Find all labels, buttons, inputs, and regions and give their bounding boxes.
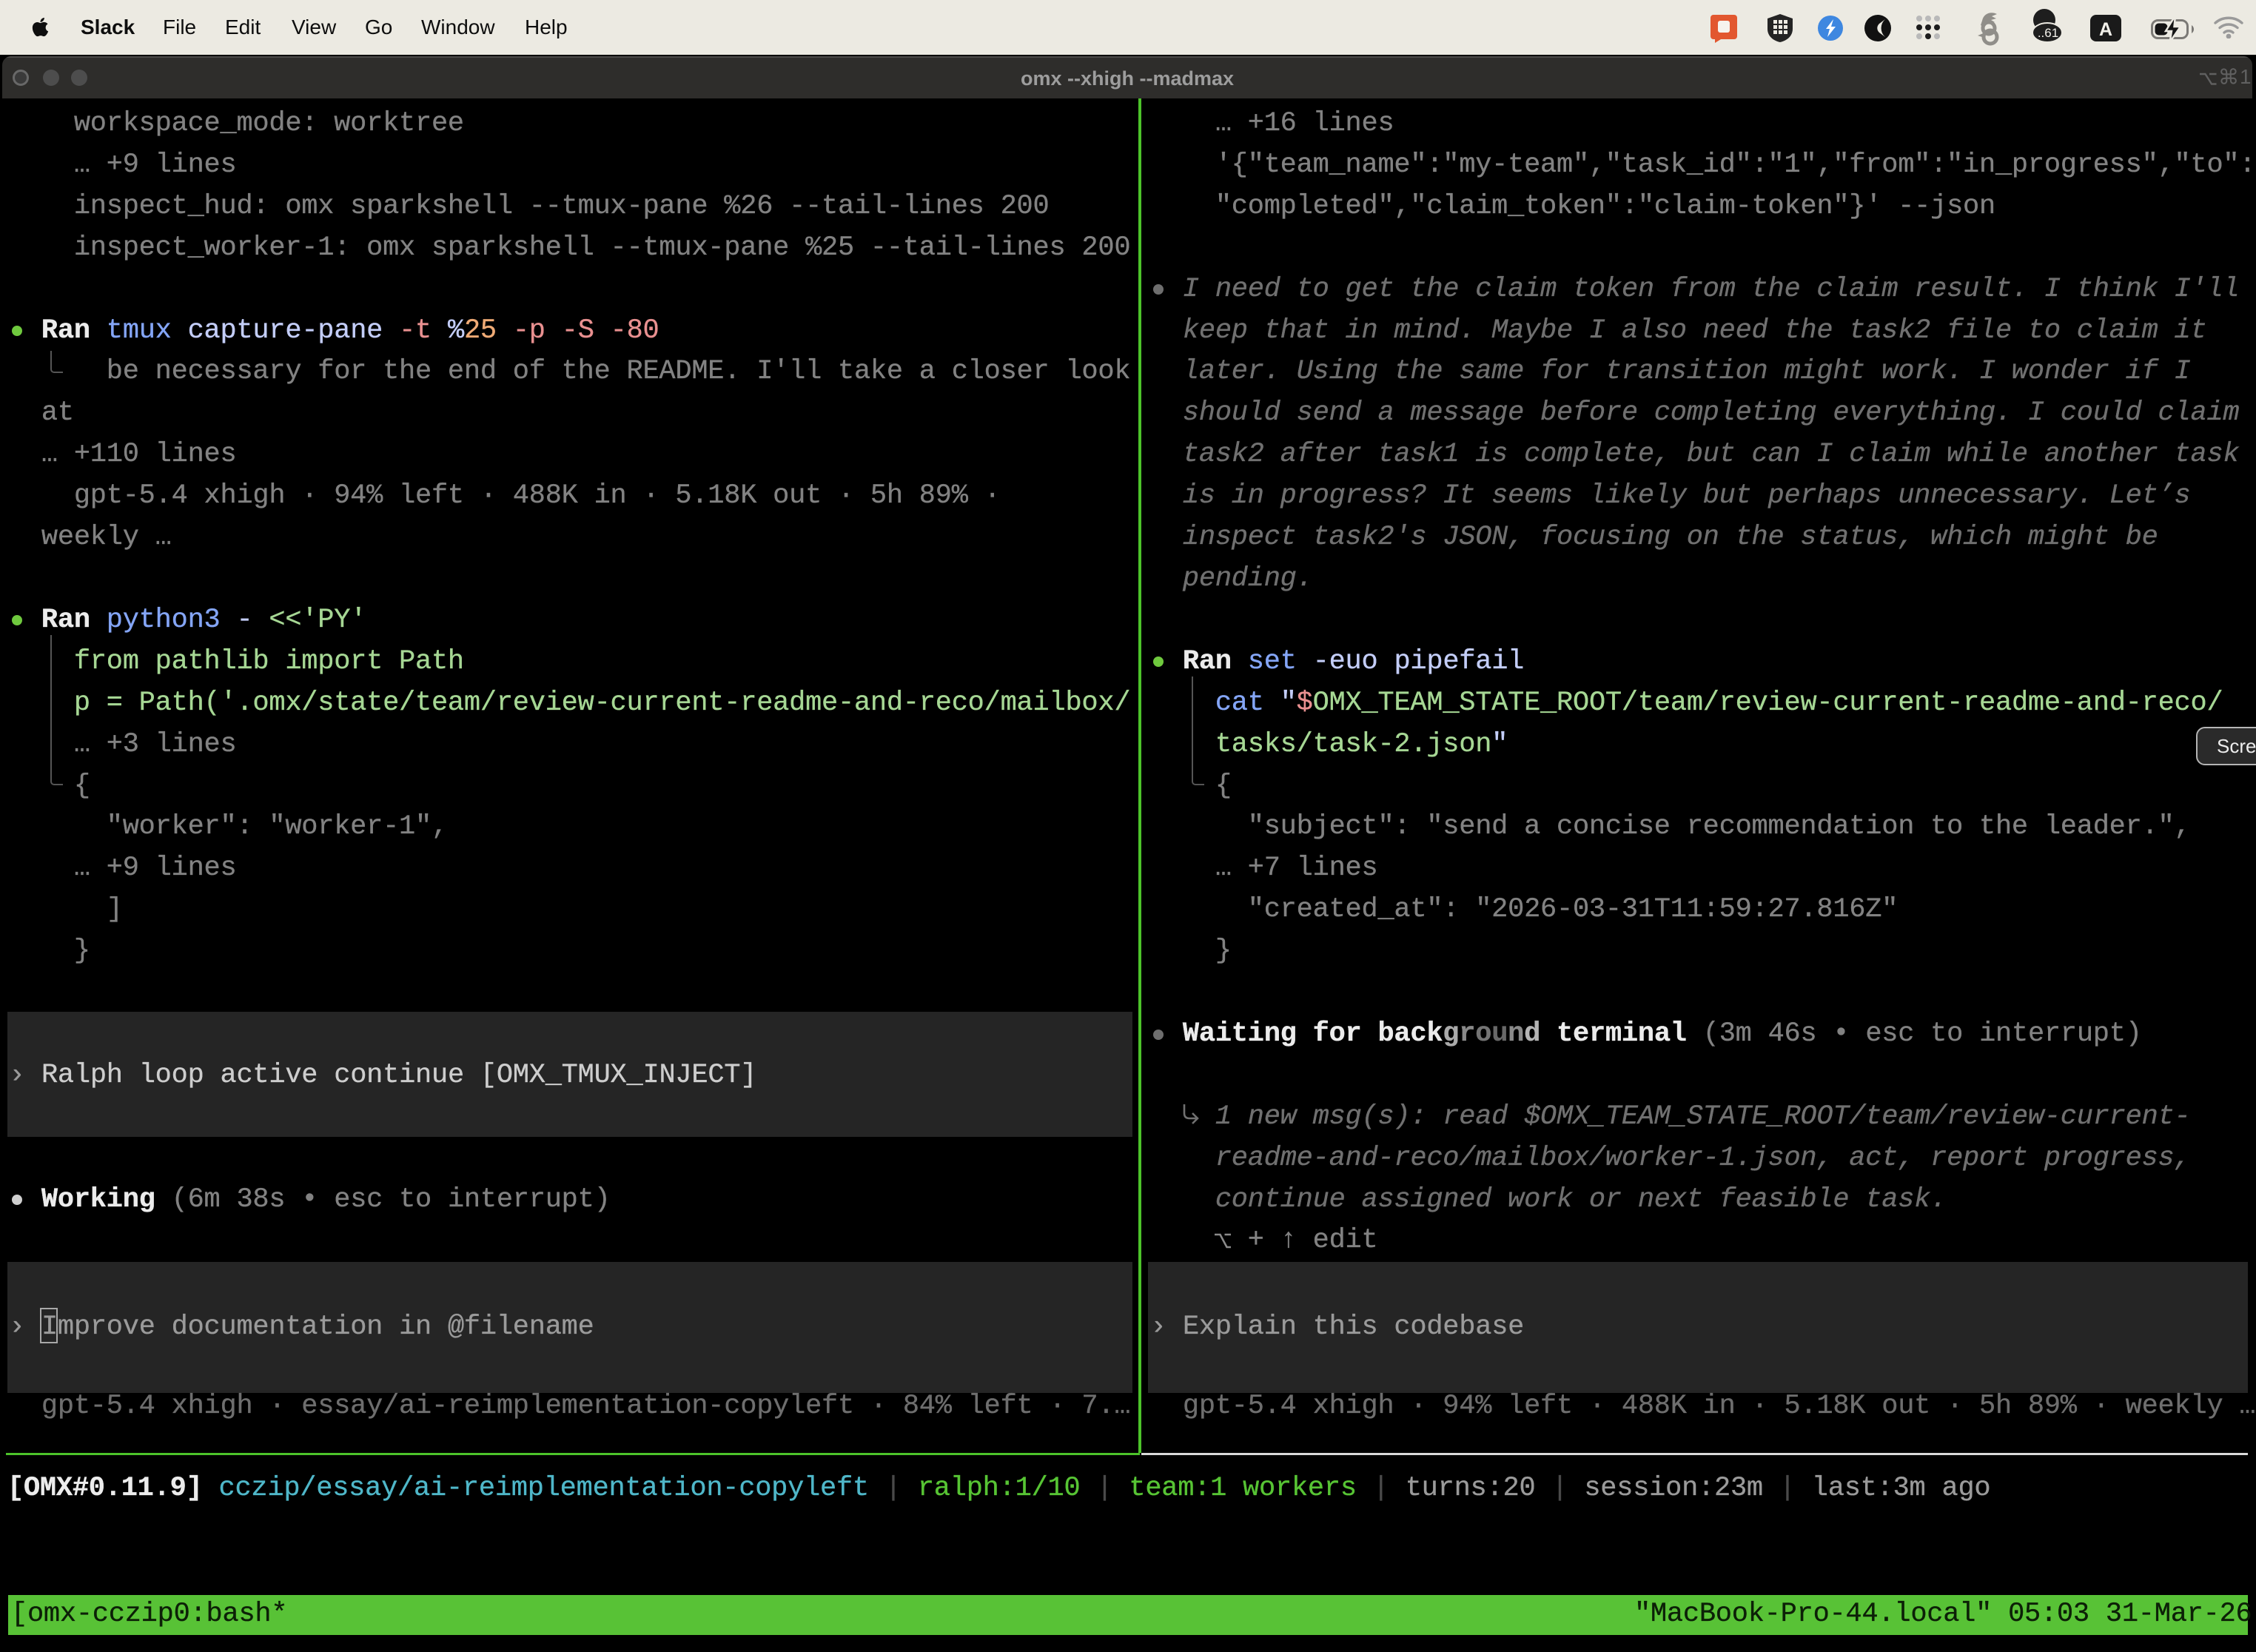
svg-text:A: A [2099, 19, 2112, 40]
svg-text:..61: ..61 [2038, 26, 2058, 40]
